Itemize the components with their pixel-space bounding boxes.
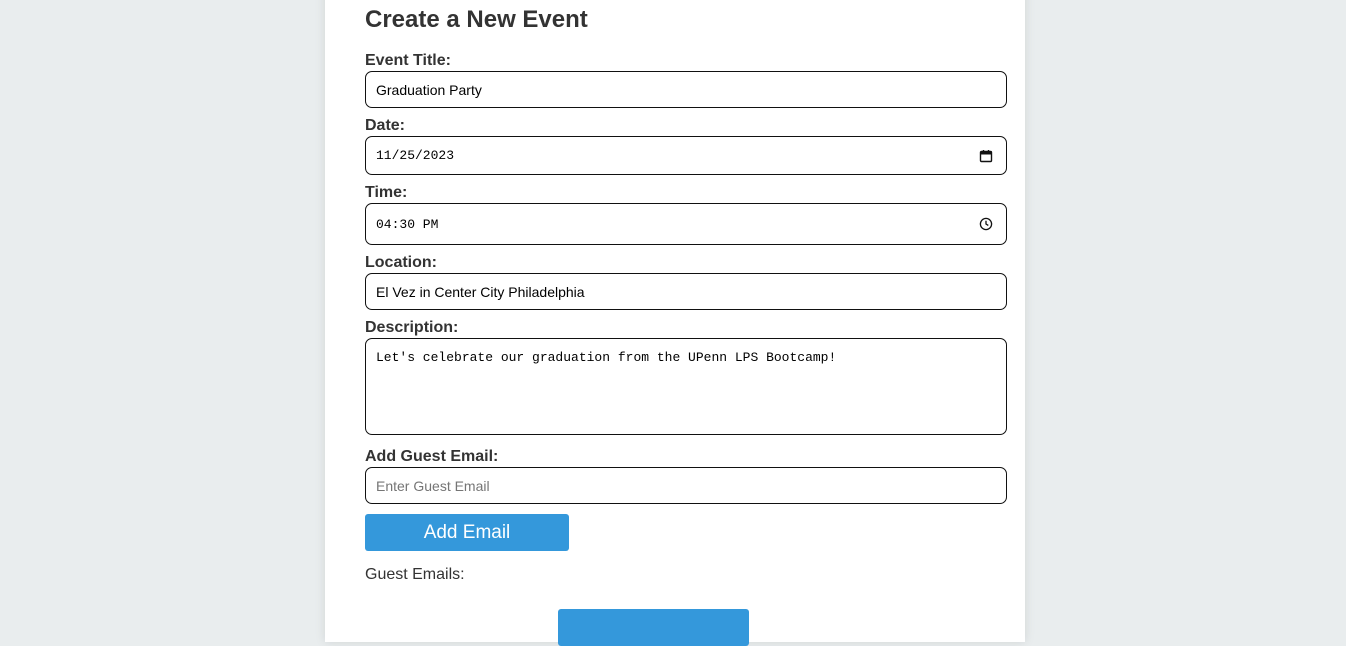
date-value: 11/25/2023 [376, 148, 455, 163]
guest-email-label: Add Guest Email: [365, 448, 499, 465]
location-value: El Vez in Center City Philadelphia [376, 283, 585, 300]
location-label: Location: [365, 254, 437, 271]
description-value: Let's celebrate our graduation from the … [376, 350, 837, 365]
remove-guest-button[interactable] [558, 609, 749, 646]
event-title-input[interactable]: Graduation Party [365, 71, 1007, 108]
calendar-icon[interactable] [979, 149, 993, 163]
event-title-value: Graduation Party [376, 81, 482, 98]
event-title-label: Event Title: [365, 52, 451, 69]
page-title: Create a New Event [365, 6, 588, 33]
date-input[interactable]: 11/25/2023 [365, 136, 1007, 175]
description-textarea[interactable]: Let's celebrate our graduation from the … [365, 338, 1007, 435]
description-label: Description: [365, 319, 459, 336]
clock-icon[interactable] [979, 217, 993, 231]
time-label: Time: [365, 184, 408, 201]
create-event-card: Create a New Event Event Title: Graduati… [325, 0, 1025, 646]
time-input[interactable]: 04:30 PM [365, 203, 1007, 245]
date-label: Date: [365, 117, 406, 134]
location-input[interactable]: El Vez in Center City Philadelphia [365, 273, 1007, 310]
add-email-button[interactable]: Add Email [365, 514, 569, 551]
guest-emails-label: Guest Emails: [365, 566, 465, 583]
guest-email-placeholder: Enter Guest Email [376, 477, 490, 494]
guest-email-input[interactable]: Enter Guest Email [365, 467, 1007, 504]
time-value: 04:30 PM [376, 216, 439, 232]
